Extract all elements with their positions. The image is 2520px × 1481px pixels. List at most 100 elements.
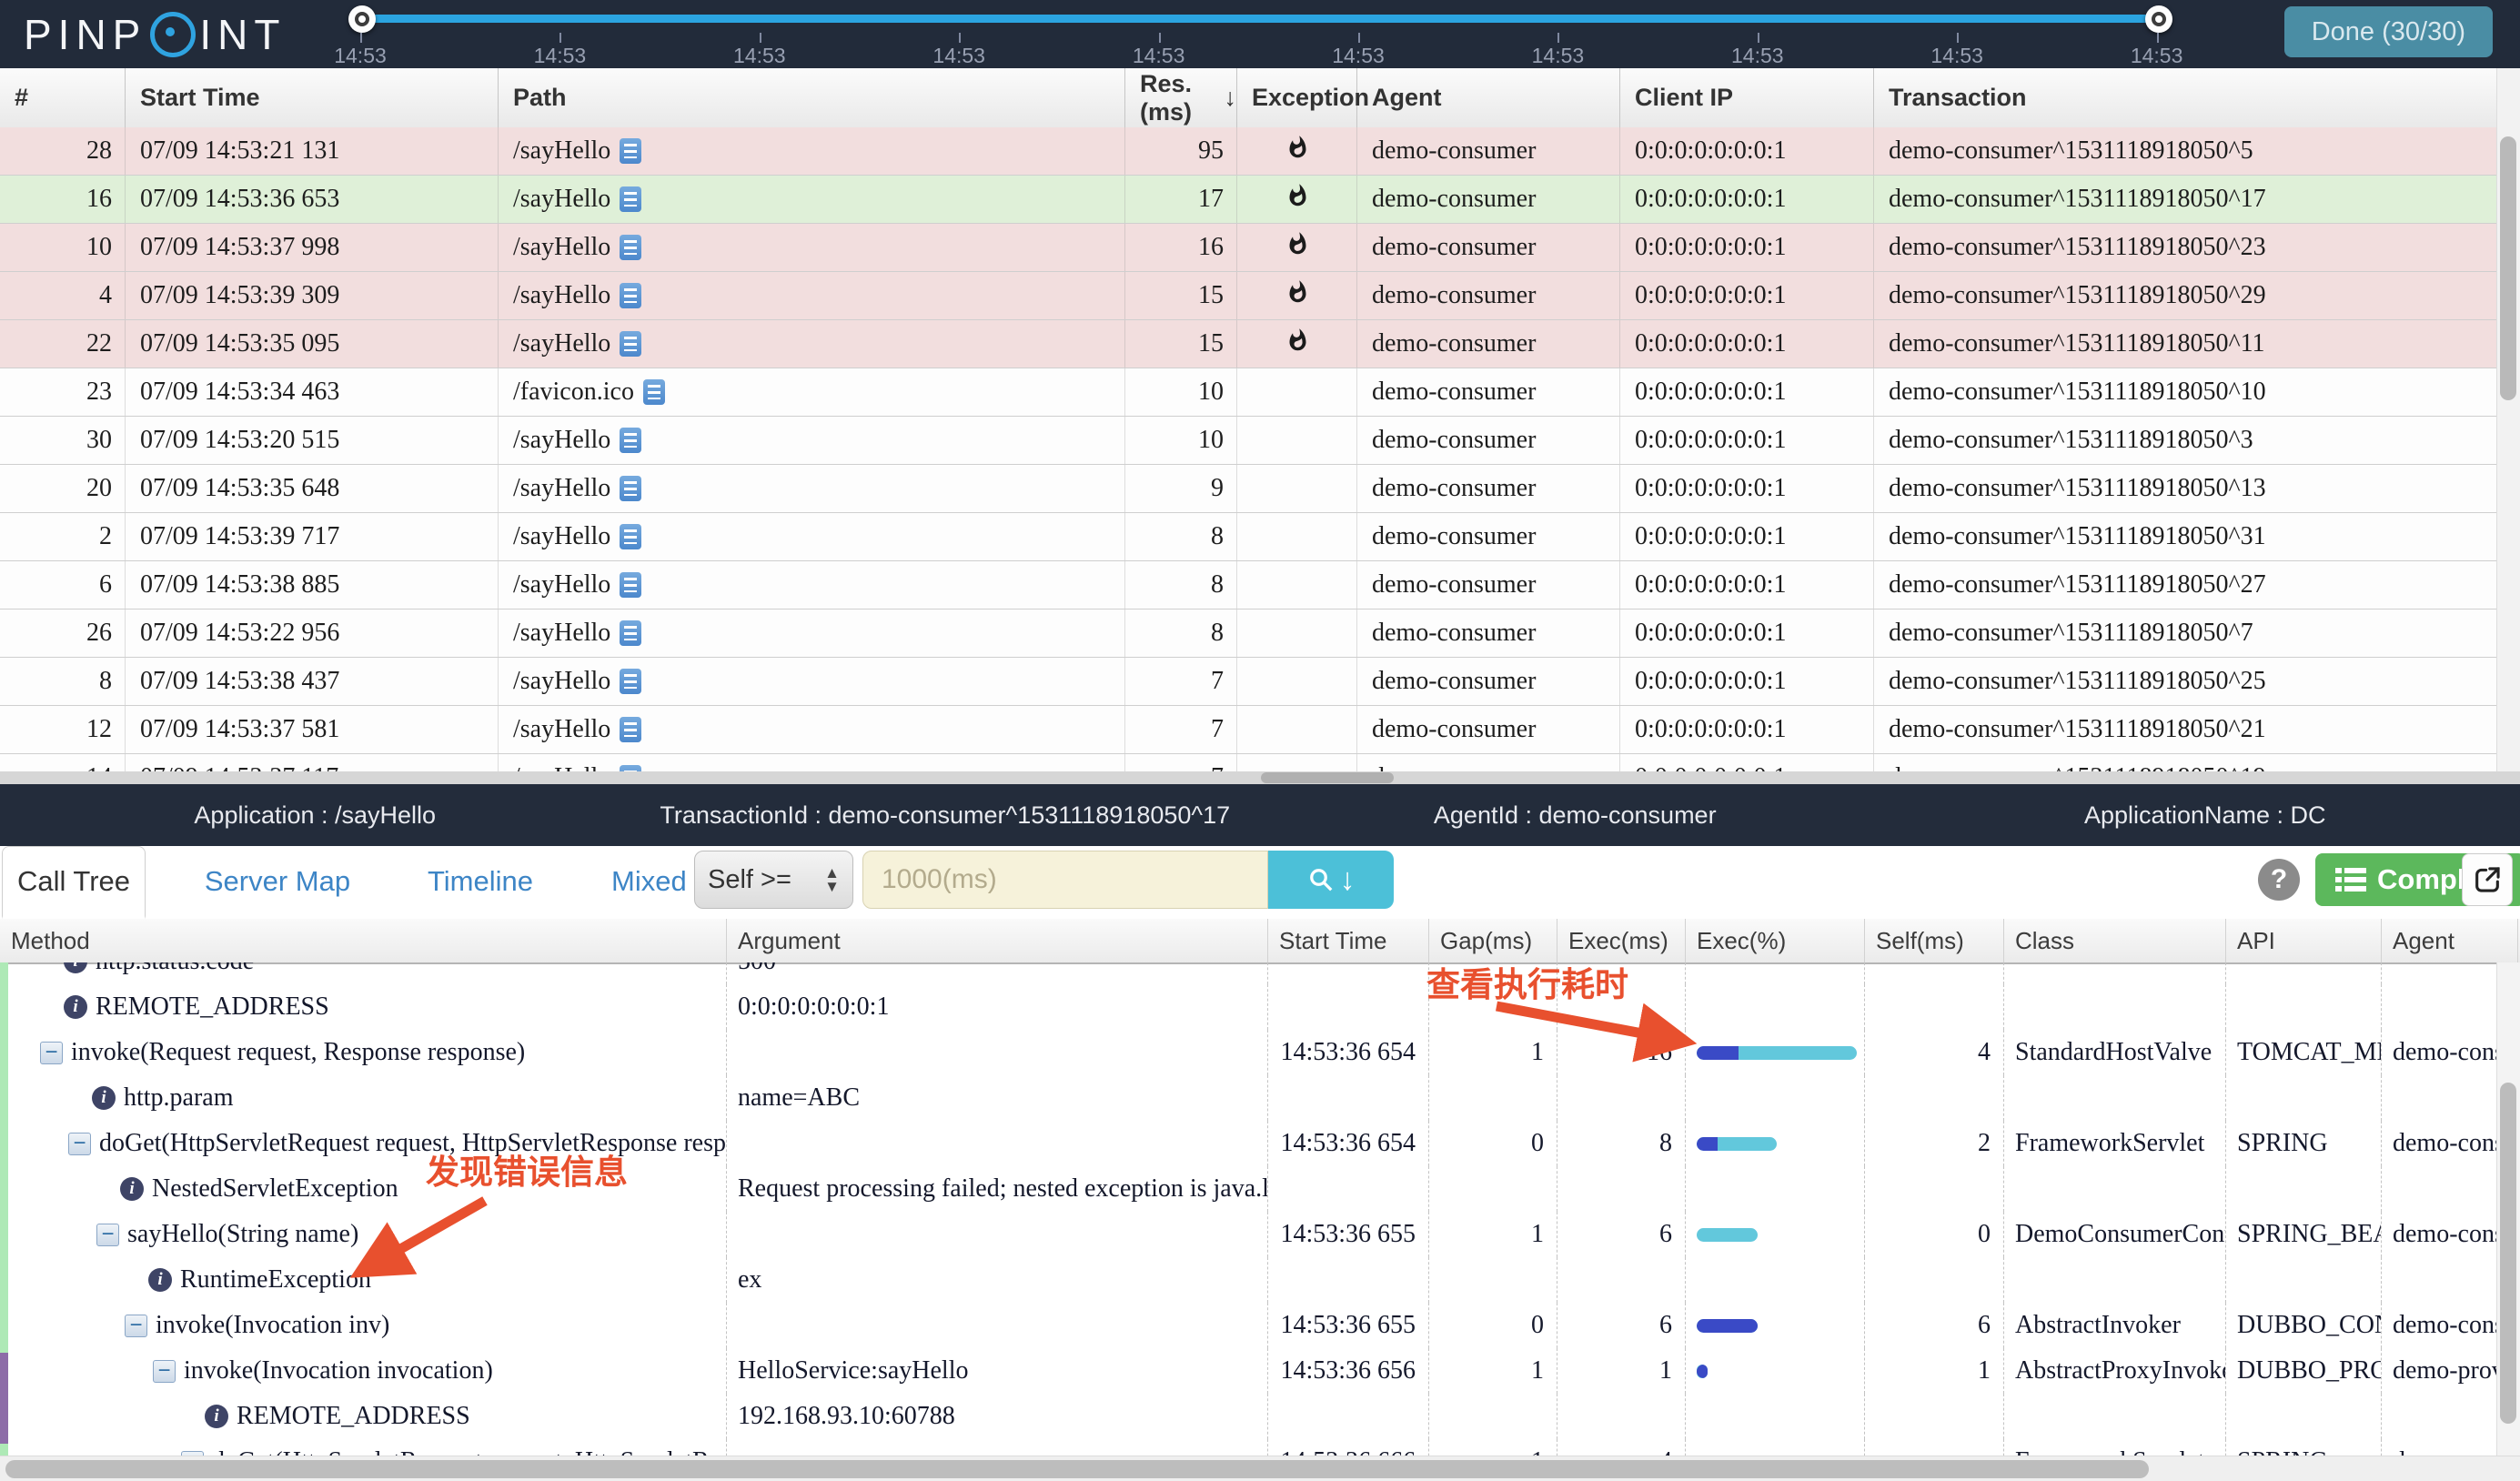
timeline-tick-label: 14:53 [1132, 44, 1185, 67]
collapse-icon[interactable]: − [96, 1223, 119, 1246]
tree-row[interactable]: i REMOTE_ADDRESS 0:0:0:0:0:0:0:1 [0, 984, 2520, 1030]
document-list-icon[interactable] [620, 428, 642, 453]
document-list-icon[interactable] [620, 572, 642, 598]
column-header-exec[interactable]: Exec(%) [1686, 919, 1865, 962]
export-button[interactable] [2462, 853, 2513, 906]
call-tree-vertical-scrollbar[interactable] [2496, 962, 2520, 1457]
timeline-tick-label: 14:53 [2130, 44, 2183, 67]
scrollbar-thumb[interactable] [5, 1460, 2149, 1478]
timeline-tick [1358, 33, 1360, 43]
tab-server-map[interactable]: Server Map [182, 846, 373, 916]
scrollbar-thumb[interactable] [2500, 1083, 2516, 1424]
table-row[interactable]: 16 07/09 14:53:36 653/sayHello 17 demo-cons… [0, 176, 2497, 224]
table-row[interactable]: 10 07/09 14:53:37 998/sayHello 16 demo-cons… [0, 224, 2497, 272]
tree-row[interactable]: − invoke(Invocation invocation) HelloServi… [0, 1348, 2520, 1394]
timeline-tick-label: 14:53 [1930, 44, 1983, 67]
document-list-icon[interactable] [620, 524, 642, 549]
timeline-tick-label: 14:53 [1332, 44, 1385, 67]
transaction-info-bar: Application : /sayHello TransactionId : d… [0, 784, 2520, 846]
exec-percent-bar [1697, 1045, 1857, 1060]
filter-threshold-input[interactable] [862, 851, 1268, 909]
search-button[interactable]: ↓ [1268, 851, 1394, 909]
column-header-transaction[interactable]: Transaction [1874, 68, 2497, 127]
column-header-[interactable]: # [0, 68, 126, 127]
timeline-tick-label: 14:53 [1531, 44, 1585, 67]
filter-type-select[interactable]: Self >= ▲ ▼ [694, 851, 853, 909]
scrollbar-thumb[interactable] [1261, 772, 1394, 783]
table-row[interactable]: 2 07/09 14:53:39 717/sayHello 8 demo-consum… [0, 513, 2497, 561]
column-header-client-ip[interactable]: Client IP [1620, 68, 1874, 127]
collapse-icon[interactable]: − [68, 1132, 91, 1155]
info-icon: i [64, 962, 87, 973]
table-row[interactable]: 23 07/09 14:53:34 463/favicon.ico 10 demo-c… [0, 368, 2497, 417]
table-row[interactable]: 12 07/09 14:53:37 581/sayHello 7 demo-consu… [0, 706, 2497, 754]
column-header-res-ms[interactable]: Res. (ms) ↓ [1125, 68, 1237, 127]
table-row[interactable]: 20 07/09 14:53:35 648/sayHello 9 demo-consu… [0, 465, 2497, 513]
table-row[interactable]: 4 07/09 14:53:39 309/sayHello 15 demo-consu… [0, 272, 2497, 320]
table-row[interactable]: 26 07/09 14:53:22 956/sayHello 8 demo-consu… [0, 610, 2497, 658]
tab-call-tree[interactable]: Call Tree [2, 846, 146, 919]
document-list-icon[interactable] [642, 379, 665, 405]
table-row[interactable]: 28 07/09 14:53:21 131/sayHello 95 demo-cons… [0, 127, 2497, 176]
document-list-icon[interactable] [620, 283, 642, 308]
scrollbar-thumb[interactable] [2500, 136, 2516, 400]
tree-row[interactable]: i REMOTE_ADDRESS 192.168.93.10:60788 [0, 1394, 2520, 1439]
table-row[interactable]: 8 07/09 14:53:38 437/sayHello 7 demo-consum… [0, 658, 2497, 706]
tree-row[interactable]: ihttp.status.code500 [0, 962, 2520, 984]
tree-row[interactable]: − invoke(Invocation inv) 14:53:36 655 0 6 6 Ab… [0, 1303, 2520, 1348]
collapse-icon[interactable]: − [125, 1314, 147, 1337]
timeline-tick-label: 14:53 [533, 44, 587, 67]
column-header-self-ms[interactable]: Self(ms) [1865, 919, 2004, 962]
transactions-vertical-scrollbar[interactable] [2496, 68, 2520, 771]
document-list-icon[interactable] [620, 669, 642, 694]
column-header-gap-ms[interactable]: Gap(ms) [1429, 919, 1557, 962]
table-row[interactable]: 22 07/09 14:53:35 095/sayHello 15 demo-cons… [0, 320, 2497, 368]
tree-row[interactable]: i RuntimeException ex [0, 1257, 2520, 1303]
document-list-icon[interactable] [620, 186, 642, 212]
tab-timeline[interactable]: Timeline [400, 846, 560, 916]
tree-row[interactable]: i http.param name=ABC [0, 1075, 2520, 1121]
collapse-icon[interactable]: − [40, 1041, 63, 1064]
table-row[interactable]: 6 07/09 14:53:38 885/sayHello 8 demo-consum… [0, 561, 2497, 610]
timeline-tick-label: 14:53 [1731, 44, 1784, 67]
tree-row[interactable]: i NestedServletException Request processin… [0, 1166, 2520, 1212]
document-list-icon[interactable] [620, 235, 642, 260]
tree-row[interactable]: − sayHello(String name) 14:53:36 655 1 6 0 Dem… [0, 1212, 2520, 1257]
call-tree-horizontal-scrollbar[interactable] [0, 1456, 2520, 1481]
column-header-method[interactable]: Method [0, 919, 727, 962]
transactions-horizontal-scrollbar[interactable] [0, 771, 2520, 784]
time-range-track[interactable] [362, 15, 2160, 23]
column-header-start-time[interactable]: Start Time [1268, 919, 1429, 962]
document-list-icon[interactable] [620, 331, 642, 357]
document-list-icon[interactable] [620, 717, 642, 742]
timeline-tick-label: 14:53 [932, 44, 985, 67]
tree-row[interactable]: −doGet(HttpServletRequest request, HttpS… [0, 1439, 2520, 1457]
collapse-icon[interactable]: − [153, 1359, 176, 1383]
info-icon: i [148, 1268, 172, 1292]
flame-icon [1285, 278, 1310, 313]
column-header-exception[interactable]: Exception [1237, 68, 1369, 127]
table-row[interactable]: 30 07/09 14:53:20 515/sayHello 10 demo-cons… [0, 417, 2497, 465]
document-list-icon[interactable] [620, 138, 642, 164]
filter-type-value: Self >= [708, 864, 791, 894]
help-icon[interactable]: ? [2258, 859, 2300, 901]
call-tree-rows: ihttp.status.code500iREMOTE_ADDRESS0:0:0… [0, 962, 2520, 1457]
column-header-start-time[interactable]: Start Time [126, 68, 499, 127]
arrow-down-icon: ↓ [1339, 861, 1356, 897]
tree-row[interactable]: −doGet(HttpServletRequest request, HttpS… [0, 1121, 2520, 1166]
tree-row[interactable]: − invoke(Request request, Response respon… [0, 1030, 2520, 1075]
done-button[interactable]: Done (30/30) [2283, 6, 2493, 57]
document-list-icon[interactable] [620, 476, 642, 501]
time-range-handle-left[interactable] [348, 5, 376, 33]
document-list-icon[interactable] [620, 620, 642, 646]
timeline-tick [1957, 33, 1960, 43]
column-header-path[interactable]: Path [499, 68, 1125, 127]
column-header-exec-ms[interactable]: Exec(ms) [1557, 919, 1686, 962]
magnifier-icon [1309, 869, 1332, 892]
column-header-agent[interactable]: Agent [2382, 919, 2518, 962]
time-range-handle-right[interactable] [2145, 5, 2172, 33]
column-header-argument[interactable]: Argument [727, 919, 1268, 962]
column-header-agent[interactable]: Agent [1357, 68, 1620, 127]
column-header-class[interactable]: Class [2004, 919, 2226, 962]
column-header-api[interactable]: API [2226, 919, 2382, 962]
